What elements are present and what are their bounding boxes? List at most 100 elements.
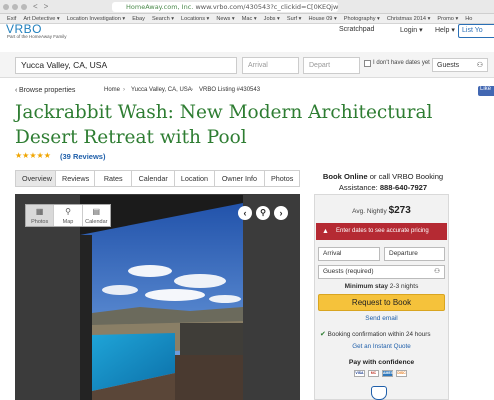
gallery-photos-button[interactable]: ▦ Photos bbox=[26, 205, 55, 226]
next-photo-icon[interactable]: › bbox=[274, 206, 288, 220]
location-search-input[interactable]: Yucca Valley, CA, USA bbox=[15, 57, 237, 74]
listing-title: Jackrabbit Wash: New Modern Architectura… bbox=[15, 102, 433, 148]
gallery-photos-label: Photos bbox=[31, 219, 49, 225]
payment-cards: VISA MC AMEX DISC bbox=[354, 370, 407, 377]
booking-confirmation-note: ✔ Booking confirmation within 24 hours bbox=[320, 330, 431, 338]
tab-rates[interactable]: Rates bbox=[95, 171, 133, 186]
bookmark-item[interactable]: Location Investigation ▾ bbox=[67, 16, 125, 22]
pricing-alert: ▲ Enter dates to see accurate pricing bbox=[316, 223, 447, 240]
no-dates-checkbox[interactable] bbox=[364, 60, 371, 67]
visa-card-icon: VISA bbox=[354, 370, 365, 377]
zoom-photo-icon[interactable]: ⚲ bbox=[256, 206, 270, 220]
gallery-toolbar: ▦ Photos ⚲ Map ▤ Calendar bbox=[25, 204, 111, 227]
breadcrumb-location[interactable]: Yucca Valley, CA, USA bbox=[131, 87, 192, 93]
calendar-icon: ▤ bbox=[92, 207, 101, 216]
booking-guests-select[interactable]: Guests (required) ⚇ bbox=[318, 265, 445, 279]
url-path: www.vrbo.com/430543?c_clickid=C[0KEQjwmc… bbox=[195, 3, 338, 11]
booking-departure-input[interactable]: Departure bbox=[384, 247, 445, 261]
no-dates-label: I don't have dates yet bbox=[373, 60, 430, 66]
price-value: $273 bbox=[388, 205, 411, 216]
breadcrumb-listing: VRBO Listing #430543 bbox=[199, 87, 261, 93]
tab-photos[interactable]: Photos bbox=[265, 171, 299, 186]
bookmark-item[interactable]: Search ▾ bbox=[152, 16, 174, 22]
bookmark-item[interactable]: House 09 ▾ bbox=[308, 16, 336, 22]
booking-phone[interactable]: 888-640-7927 bbox=[380, 183, 427, 192]
booking-arrival-input[interactable]: Arrival bbox=[318, 247, 380, 261]
pay-confidence-heading: Pay with confidence bbox=[348, 359, 415, 366]
previous-photo-icon[interactable]: ‹ bbox=[238, 206, 252, 220]
discover-card-icon: DISC bbox=[396, 370, 407, 377]
address-bar[interactable]: HomeAway.com, Inc. www.vrbo.com/430543?c… bbox=[112, 2, 338, 12]
forward-arrow-icon[interactable]: > bbox=[44, 2, 49, 11]
pricing-alert-text: Enter dates to see accurate pricing bbox=[336, 228, 429, 234]
bookmark-item[interactable]: Photography ▾ bbox=[344, 16, 380, 22]
book-online-label: Book Online bbox=[322, 172, 368, 181]
depart-date-input[interactable]: Depart bbox=[303, 57, 360, 74]
tab-location[interactable]: Location bbox=[175, 171, 215, 186]
avg-nightly-label: Avg. Nightly bbox=[352, 208, 387, 215]
bookmark-item[interactable]: Mac ▾ bbox=[242, 16, 257, 22]
gallery-map-label: Map bbox=[62, 219, 74, 225]
scratchpad-link[interactable]: Scratchpad bbox=[339, 26, 374, 33]
photos-icon: ▦ bbox=[35, 207, 44, 216]
browse-properties-link[interactable]: Browse properties bbox=[19, 87, 75, 94]
guests-icon: ⚇ bbox=[476, 62, 483, 69]
amex-card-icon: AMEX bbox=[382, 370, 394, 377]
listing-tabs: Overview Reviews Rates Calendar Location… bbox=[15, 170, 300, 187]
gallery-map-button[interactable]: ⚲ Map bbox=[54, 205, 83, 226]
gallery-calendar-button[interactable]: ▤ Calendar bbox=[83, 205, 110, 226]
booking-confirmation-text: Booking confirmation within 24 hours bbox=[327, 331, 431, 338]
zoom-window-icon[interactable] bbox=[21, 3, 27, 10]
warning-icon: ▲ bbox=[322, 228, 329, 235]
bookmark-item[interactable]: Christmas 2014 ▾ bbox=[387, 16, 431, 22]
breadcrumb-home[interactable]: Home bbox=[104, 87, 120, 93]
logo-tagline: Part of the HomeAway Family bbox=[7, 34, 67, 39]
back-arrow-icon[interactable]: < bbox=[33, 2, 38, 11]
reviews-count: 39 bbox=[62, 152, 71, 161]
minimize-window-icon[interactable] bbox=[12, 3, 18, 10]
arrival-date-input[interactable]: Arrival bbox=[242, 57, 299, 74]
min-stay-value: 2-3 nights bbox=[389, 283, 419, 290]
avg-nightly-price: Avg. Nightly $273 bbox=[314, 205, 449, 216]
booking-header: Book Online or call VRBO Booking Assista… bbox=[316, 171, 450, 193]
bookmark-item[interactable]: News ▾ bbox=[216, 16, 234, 22]
tab-overview[interactable]: Overview bbox=[16, 171, 56, 186]
help-link[interactable]: Help ▾ bbox=[435, 26, 455, 34]
bookmark-item[interactable]: Art Detective ▾ bbox=[23, 16, 59, 22]
tab-reviews[interactable]: Reviews bbox=[56, 171, 95, 186]
bookmark-item[interactable]: Locations ▾ bbox=[181, 16, 209, 22]
bookmark-item[interactable]: Exif bbox=[7, 16, 16, 22]
min-stay-label: Minimum stay bbox=[344, 283, 388, 290]
guests-select[interactable]: Guests ⚇ bbox=[432, 58, 488, 72]
login-link[interactable]: Login ▾ bbox=[400, 26, 423, 34]
bookmarks-bar: Exif Art Detective ▾ Location Investigatio… bbox=[0, 14, 494, 24]
guests-label: Guests bbox=[437, 62, 460, 69]
url-host: HomeAway.com, Inc. bbox=[126, 3, 194, 11]
breadcrumb-separator: › bbox=[123, 87, 125, 93]
reviews-count-link[interactable]: (39 Reviews) bbox=[60, 152, 105, 161]
bookmark-item[interactable]: Ho bbox=[465, 16, 472, 22]
breadcrumb-back[interactable]: ‹ Browse properties bbox=[15, 87, 75, 94]
shield-icon bbox=[371, 386, 387, 400]
tab-owner-info[interactable]: Owner Info bbox=[215, 171, 266, 186]
bookmark-item[interactable]: Surf ▾ bbox=[287, 16, 302, 22]
mastercard-icon: MC bbox=[368, 370, 379, 377]
bookmark-item[interactable]: Ebay bbox=[132, 16, 145, 22]
bookmark-item[interactable]: Promo ▾ bbox=[437, 16, 458, 22]
minimum-stay: Minimum stay 2-3 nights bbox=[314, 283, 449, 290]
request-to-book-button[interactable]: Request to Book bbox=[318, 294, 445, 311]
bookmark-item[interactable]: Jobs ▾ bbox=[264, 16, 280, 22]
facebook-like-button[interactable]: Like bbox=[478, 86, 494, 96]
rating-stars: ★★★★★ bbox=[15, 151, 51, 160]
close-window-icon[interactable] bbox=[3, 3, 9, 10]
list-property-button[interactable]: List Yo bbox=[458, 24, 494, 38]
breadcrumb-separator: › bbox=[191, 87, 193, 93]
gallery-calendar-label: Calendar bbox=[85, 219, 108, 225]
send-email-link[interactable]: Send email bbox=[314, 315, 449, 322]
instant-quote-link[interactable]: Get an Instant Quote bbox=[314, 343, 449, 350]
chevron-left-icon: ‹ bbox=[15, 87, 18, 94]
booking-guests-label: Guests (required) bbox=[323, 268, 374, 275]
map-pin-icon: ⚲ bbox=[65, 207, 71, 216]
tab-calendar[interactable]: Calendar bbox=[132, 171, 175, 186]
check-circle-icon: ✔ bbox=[320, 331, 326, 338]
